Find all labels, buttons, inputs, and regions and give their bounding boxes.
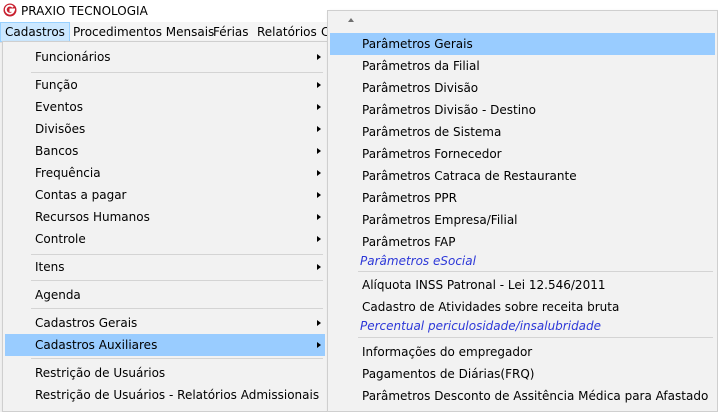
submenu-arrow-icon bbox=[317, 104, 321, 110]
menu-item-cadastros-gerais[interactable]: Cadastros Gerais bbox=[5, 312, 325, 334]
app-title: PRAXIO TECNOLOGIA bbox=[21, 4, 148, 18]
menu-item-parametros-gerais[interactable]: Parâmetros Gerais bbox=[330, 33, 715, 55]
menu-separator bbox=[358, 271, 713, 272]
menu-item-informacoes-empregador[interactable]: Informações do empregador bbox=[330, 341, 715, 363]
menu-item-bancos[interactable]: Bancos bbox=[5, 140, 325, 162]
menu-item-recursos-humanos[interactable]: Recursos Humanos bbox=[5, 206, 325, 228]
menu-item-parametros-divisao[interactable]: Parâmetros Divisão bbox=[330, 77, 715, 99]
scroll-up-arrow-icon[interactable] bbox=[348, 18, 354, 22]
menu-item-aliquota-inss[interactable]: Alíquota INSS Patronal - Lei 12.546/2011 bbox=[330, 274, 715, 296]
menu-item-parametros-catraca[interactable]: Parâmetros Catraca de Restaurante bbox=[330, 165, 715, 187]
submenu-arrow-icon bbox=[317, 342, 321, 348]
menu-item-funcionarios[interactable]: Funcionários bbox=[5, 46, 325, 68]
menu-item-eventos[interactable]: Eventos bbox=[5, 96, 325, 118]
menu-ferias[interactable]: Férias bbox=[209, 22, 253, 42]
cadastros-dropdown: Funcionários Função Eventos Divisões Ban… bbox=[2, 41, 328, 412]
menu-item-cadastros-auxiliares[interactable]: Cadastros Auxiliares bbox=[5, 334, 325, 356]
menu-item-parametros-divisao-destino[interactable]: Parâmetros Divisão - Destino bbox=[330, 99, 715, 121]
menu-item-cadastro-atividades[interactable]: Cadastro de Atividades sobre receita bru… bbox=[330, 296, 715, 318]
menu-item-parametros-sistema[interactable]: Parâmetros de Sistema bbox=[330, 121, 715, 143]
submenu-arrow-icon bbox=[317, 126, 321, 132]
menu-item-divisoes[interactable]: Divisões bbox=[5, 118, 325, 140]
submenu-arrow-icon bbox=[317, 192, 321, 198]
submenu-arrow-icon bbox=[317, 214, 321, 220]
submenu-arrow-icon bbox=[317, 82, 321, 88]
menu-procedimentos-mensais[interactable]: Procedimentos Mensais bbox=[69, 22, 218, 42]
menu-item-parametros-desconto-assistencia[interactable]: Parâmetros Desconto de Assitência Médica… bbox=[330, 385, 715, 407]
menu-separator bbox=[31, 308, 323, 309]
menu-item-agenda[interactable]: Agenda bbox=[5, 284, 325, 306]
menu-separator bbox=[31, 254, 323, 255]
submenu-arrow-icon bbox=[317, 170, 321, 176]
menu-relatorios[interactable]: Relatórios bbox=[253, 22, 321, 42]
menu-item-itens[interactable]: Itens bbox=[5, 256, 325, 278]
menu-item-restricao-usuarios-relatorios[interactable]: Restrição de Usuários - Relatórios Admis… bbox=[5, 384, 325, 406]
menu-separator bbox=[31, 280, 323, 281]
menu-item-parametros-filial[interactable]: Parâmetros da Filial bbox=[330, 55, 715, 77]
menu-separator bbox=[31, 72, 323, 73]
menu-item-funcao[interactable]: Função bbox=[5, 74, 325, 96]
menu-item-parametros-empresa-filial[interactable]: Parâmetros Empresa/Filial bbox=[330, 209, 715, 231]
menu-item-frequencia[interactable]: Frequência bbox=[5, 162, 325, 184]
menu-separator bbox=[358, 337, 713, 338]
menu-cadastros[interactable]: Cadastros bbox=[0, 22, 70, 42]
menu-item-restricao-usuarios[interactable]: Restrição de Usuários bbox=[5, 362, 325, 384]
menu-item-controle[interactable]: Controle bbox=[5, 228, 325, 250]
menu-item-parametros-fap[interactable]: Parâmetros FAP bbox=[330, 231, 715, 253]
menu-item-pagamentos-diarias[interactable]: Pagamentos de Diárias(FRQ) bbox=[330, 363, 715, 385]
submenu-arrow-icon bbox=[317, 264, 321, 270]
praxio-logo-icon bbox=[3, 3, 17, 17]
menu-item-parametros-fornecedor[interactable]: Parâmetros Fornecedor bbox=[330, 143, 715, 165]
section-header-esocial: Parâmetros eSocial bbox=[360, 254, 476, 268]
submenu-arrow-icon bbox=[317, 148, 321, 154]
submenu-arrow-icon bbox=[317, 236, 321, 242]
menu-item-parametros-ppr[interactable]: Parâmetros PPR bbox=[330, 187, 715, 209]
cadastros-auxiliares-submenu: Parâmetros Gerais Parâmetros da Filial P… bbox=[327, 10, 718, 412]
submenu-arrow-icon bbox=[317, 54, 321, 60]
menu-separator bbox=[31, 358, 323, 359]
submenu-arrow-icon bbox=[317, 320, 321, 326]
menu-item-contas-a-pagar[interactable]: Contas a pagar bbox=[5, 184, 325, 206]
section-header-periculosidade: Percentual periculosidade/insalubridade bbox=[360, 319, 602, 333]
